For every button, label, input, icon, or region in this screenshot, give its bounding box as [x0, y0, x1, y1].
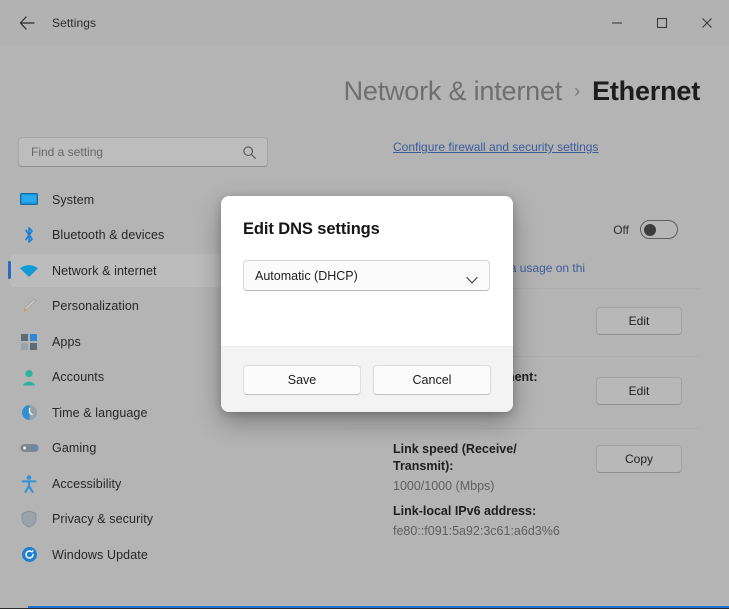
update-icon [18, 545, 40, 565]
breadcrumb-separator-icon: › [574, 81, 580, 102]
sidebar-item-label: System [52, 193, 94, 207]
sidebar-item-label: Time & language [52, 406, 148, 420]
sidebar-item-windows-update[interactable]: Windows Update [10, 538, 318, 571]
apps-icon [18, 332, 40, 352]
sidebar-item-label: Privacy & security [52, 512, 153, 526]
breadcrumb: Network & internet › Ethernet [344, 76, 700, 107]
app-title: Settings [52, 16, 96, 30]
sidebar-item-label: Bluetooth & devices [52, 228, 164, 242]
bluetooth-icon [18, 225, 40, 245]
sidebar-item-label: Apps [52, 335, 81, 349]
edit-ip-assignment-button[interactable]: Edit [596, 307, 682, 335]
sidebar-item-label: Accounts [52, 370, 104, 384]
search-box[interactable] [18, 137, 268, 167]
toggle-knob [644, 224, 656, 236]
arrow-left-icon [19, 16, 35, 30]
search-icon [242, 145, 257, 165]
metered-toggle-label: Off [613, 223, 629, 237]
dialog-title: Edit DNS settings [243, 220, 491, 239]
firewall-settings-link[interactable]: Configure firewall and security settings [345, 118, 700, 154]
sidebar-item-label: Network & internet [52, 264, 157, 278]
dns-mode-select-value: Automatic (DHCP) [255, 269, 358, 283]
sidebar-item-label: Windows Update [52, 548, 148, 562]
gamepad-icon [18, 438, 40, 458]
sidebar-item-label: Accessibility [52, 477, 121, 491]
breadcrumb-parent[interactable]: Network & internet [344, 76, 563, 107]
page-title: Ethernet [592, 76, 700, 107]
sidebar-item-label: Gaming [52, 441, 96, 455]
metered-connection-toggle[interactable] [640, 220, 678, 239]
link-speed-row: Link speed (Receive/ Transmit): 1000/100… [345, 428, 700, 552]
settings-window: Settings Network & internet › Ethernet [0, 0, 729, 609]
sidebar-item-gaming[interactable]: Gaming [10, 432, 318, 465]
clock-globe-icon [18, 403, 40, 423]
maximize-button[interactable] [639, 0, 684, 46]
dialog-footer: Save Cancel [221, 346, 513, 412]
dns-mode-select[interactable]: Automatic (DHCP) [243, 260, 490, 291]
row-value: 1000/1000 (Mbps) [393, 477, 700, 495]
edit-dns-settings-dialog: Edit DNS settings Automatic (DHCP) Save … [221, 196, 513, 412]
maximize-icon [656, 17, 668, 29]
person-icon [18, 367, 40, 387]
ipv6-address-label: Link-local IPv6 address: [393, 503, 613, 520]
close-icon [701, 17, 713, 29]
minimize-icon [611, 17, 623, 29]
sidebar-item-privacy-security[interactable]: Privacy & security [10, 503, 318, 536]
monitor-icon [18, 190, 40, 210]
accessibility-icon [18, 474, 40, 494]
wifi-icon [18, 261, 40, 281]
cancel-button[interactable]: Cancel [373, 365, 491, 395]
sidebar-item-label: Personalization [52, 299, 139, 313]
dialog-body: Edit DNS settings Automatic (DHCP) [221, 196, 513, 291]
close-button[interactable] [684, 0, 729, 46]
row-title: Link speed (Receive/ Transmit): [393, 441, 553, 475]
edit-dns-button[interactable]: Edit [596, 377, 682, 405]
minimize-button[interactable] [594, 0, 639, 46]
shield-icon [18, 509, 40, 529]
paintbrush-icon [18, 296, 40, 316]
ipv6-address-value: fe80::f091:5a92:3c61:a6d3%6 [393, 522, 700, 540]
metered-toggle-group[interactable]: Off [613, 220, 678, 239]
title-bar: Settings [0, 0, 729, 46]
window-controls [594, 0, 729, 46]
copy-link-speed-button[interactable]: Copy [596, 445, 682, 473]
save-button[interactable]: Save [243, 365, 361, 395]
back-button[interactable] [10, 8, 44, 38]
chevron-down-icon [466, 272, 478, 290]
search-input[interactable] [31, 145, 231, 159]
sidebar-item-accessibility[interactable]: Accessibility [10, 467, 318, 500]
